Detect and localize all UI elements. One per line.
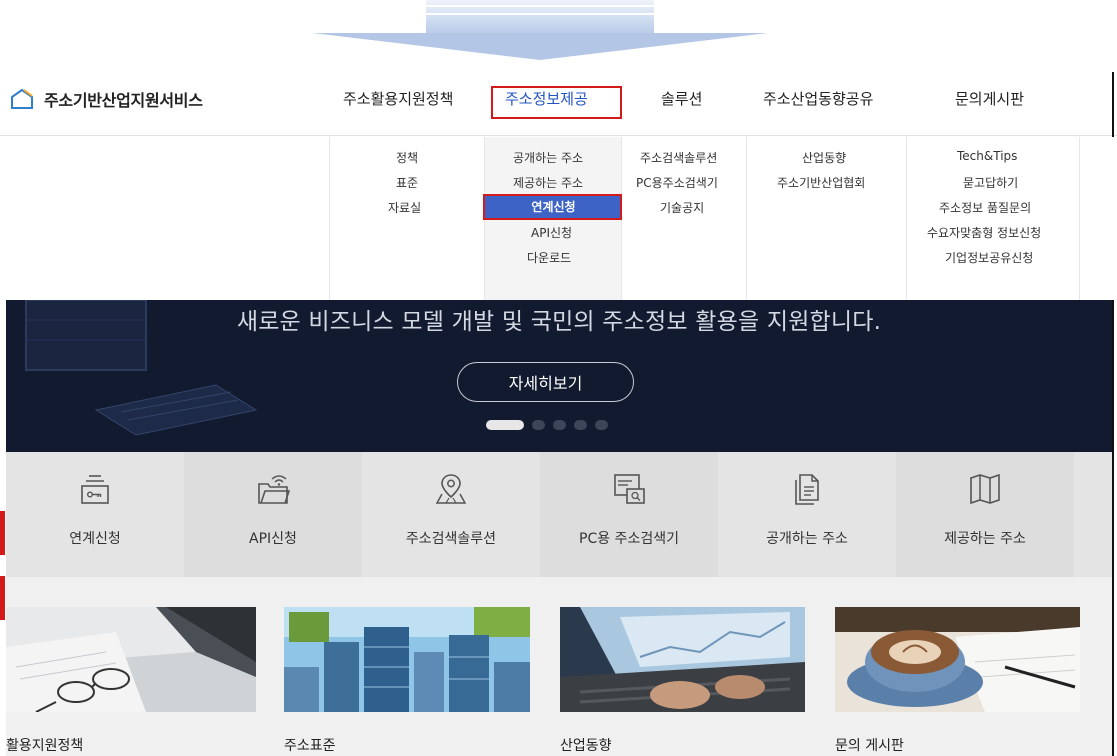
quick-item-provided-address[interactable]: 제공하는 주소 xyxy=(896,452,1074,577)
dropdown-link-company-share[interactable]: 기업정보공유신청 xyxy=(945,249,1033,266)
hero-banner: 새로운 비즈니스 모델 개발 및 국민의 주소정보 활용을 지원합니다. 자세히… xyxy=(6,300,1112,452)
slide-dot-5[interactable] xyxy=(595,420,608,430)
hero-title: 새로운 비즈니스 모델 개발 및 국민의 주소정보 활용을 지원합니다. xyxy=(236,309,882,335)
house-logo-icon xyxy=(11,88,33,109)
laptop-typing-photo xyxy=(560,607,805,712)
dropdown-link-standard[interactable]: 표준 xyxy=(396,174,418,191)
mega-dropdown: 정책 표준 자료실 공개하는 주소 제공하는 주소 연계신청 API신청 다운로… xyxy=(0,137,1117,300)
dropdown-link-search-solution[interactable]: 주소검색솔루션 xyxy=(640,149,717,166)
quick-item-api-request[interactable]: API신청 xyxy=(184,452,362,577)
highlight-mark-1 xyxy=(0,511,5,555)
book-map-icon xyxy=(970,473,1000,505)
gnb-item-industry[interactable]: 주소산업동향공유 xyxy=(763,88,873,109)
quick-label-search-solution: 주소검색솔루션 xyxy=(405,531,497,547)
quick-item-search-solution[interactable]: 주소검색솔루션 xyxy=(362,452,540,577)
card-image-policy[interactable] xyxy=(6,607,256,712)
slide-dot-1[interactable] xyxy=(486,420,524,430)
gnb-item-board[interactable]: 문의게시판 xyxy=(955,88,1024,109)
dropdown-col-industry: 산업동향 주소기반산업협회 xyxy=(746,137,906,300)
dropdown-link-tech-notice[interactable]: 기술공지 xyxy=(660,199,704,216)
site-logo[interactable]: 주소기반산업지원서비스 xyxy=(10,87,203,111)
coffee-cup-photo xyxy=(835,607,1080,712)
quick-item-public-address[interactable]: 공개하는 주소 xyxy=(718,452,896,577)
quick-item-pc-search[interactable]: PC용 주소검색기 xyxy=(540,452,718,577)
dropdown-link-industry-trend[interactable]: 산업동향 xyxy=(802,149,846,166)
dropdown-col-solution: 주소검색솔루션 PC용주소검색기 기술공지 xyxy=(621,137,746,300)
gnb-item-solution[interactable]: 솔루션 xyxy=(661,88,702,109)
dropdown-link-qna[interactable]: 묻고답하기 xyxy=(963,174,1018,191)
card-image-board[interactable] xyxy=(835,607,1080,712)
slide-dot-4[interactable] xyxy=(574,420,587,430)
dropdown-link-quality-inquiry[interactable]: 주소정보 품질문의 xyxy=(939,199,1031,216)
down-arrow-graphic xyxy=(312,0,768,60)
quick-label-link-request: 연계신청 xyxy=(69,531,121,547)
card-title-standard[interactable]: 주소표준 xyxy=(284,735,336,755)
dropdown-link-download[interactable]: 다운로드 xyxy=(527,249,571,266)
folder-wifi-icon xyxy=(258,475,290,504)
highlight-mark-2 xyxy=(0,576,5,620)
hero-details-button[interactable]: 자세히보기 xyxy=(457,362,634,402)
card-title-board[interactable]: 문의 게시판 xyxy=(835,735,904,755)
quick-label-provided-address: 제공하는 주소 xyxy=(944,531,1026,547)
quick-menu: 연계신청 API신청 주소검색솔루션 PC용 주소검색기 공개하는 주소 제공하… xyxy=(6,452,1112,577)
dropdown-link-custom-request[interactable]: 수요자맞춤형 정보신청 xyxy=(927,224,1041,241)
dropdown-link-archive[interactable]: 자료실 xyxy=(388,199,421,216)
card-title-policy[interactable]: 활용지원정책 xyxy=(6,735,83,755)
card-image-industry[interactable] xyxy=(560,607,805,712)
quick-label-public-address: 공개하는 주소 xyxy=(766,531,848,547)
laptop-glasses-photo xyxy=(6,607,256,712)
document-icon xyxy=(795,474,819,505)
dropdown-col-provision: 공개하는 주소 제공하는 주소 연계신청 API신청 다운로드 xyxy=(484,137,622,300)
quick-label-pc-search: PC용 주소검색기 xyxy=(579,531,679,547)
card-title-industry[interactable]: 산업동향 xyxy=(560,735,612,755)
dropdown-link-api-request[interactable]: API신청 xyxy=(531,224,572,241)
slide-indicator xyxy=(486,420,608,430)
dropdown-col-policy: 정책 표준 자료실 xyxy=(329,137,484,300)
pc-search-icon xyxy=(614,474,645,504)
dropdown-link-pc-search[interactable]: PC용주소검색기 xyxy=(636,174,718,191)
quick-label-api-request: API신청 xyxy=(249,531,297,547)
dropdown-link-link-request[interactable]: 연계신청 xyxy=(485,196,622,218)
dropdown-link-policy[interactable]: 정책 xyxy=(396,149,418,166)
gnb-item-address-info[interactable]: 주소정보제공 xyxy=(505,88,588,109)
folder-key-icon xyxy=(81,475,109,504)
gnb-item-policy[interactable]: 주소활용지원정책 xyxy=(343,88,453,109)
city-buildings-photo xyxy=(284,607,530,712)
dropdown-col-board: Tech&Tips 묻고답하기 주소정보 품질문의 수요자맞춤형 정보신청 기업… xyxy=(906,137,1080,300)
content-cards-section: 활용지원정책 주소표준 산업동향 문의 게시판 xyxy=(6,577,1112,756)
dropdown-link-association[interactable]: 주소기반산업협회 xyxy=(777,174,865,191)
slide-dot-3[interactable] xyxy=(553,420,566,430)
quick-item-link-request[interactable]: 연계신청 xyxy=(6,452,184,577)
card-image-standard[interactable] xyxy=(284,607,530,712)
dropdown-link-tech-tips[interactable]: Tech&Tips xyxy=(957,149,1017,163)
dropdown-link-provided-address[interactable]: 제공하는 주소 xyxy=(513,174,583,191)
map-pin-icon xyxy=(435,474,467,504)
slide-dot-2[interactable] xyxy=(532,420,545,430)
site-title: 주소기반산업지원서비스 xyxy=(44,91,203,110)
dropdown-link-public-address[interactable]: 공개하는 주소 xyxy=(513,149,583,166)
site-header: 주소기반산업지원서비스 주소활용지원정책 주소정보제공 솔루션 주소산업동향공유… xyxy=(0,66,1117,136)
